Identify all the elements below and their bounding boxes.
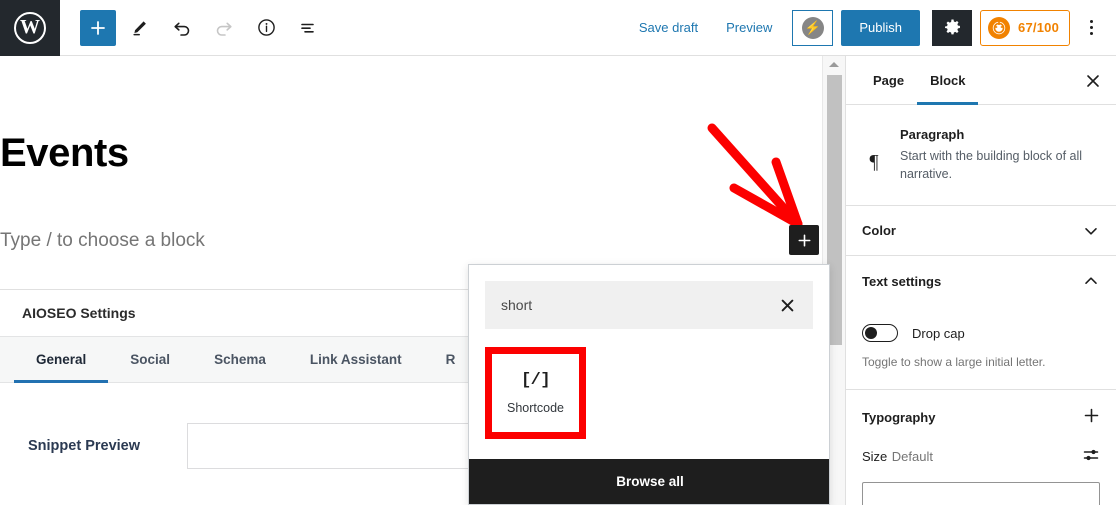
add-block-button[interactable] xyxy=(80,9,116,46)
list-view-icon xyxy=(301,23,314,33)
panel-color-title: Color xyxy=(862,223,896,239)
drop-cap-toggle[interactable] xyxy=(862,324,898,343)
undo-arrow-icon xyxy=(174,22,190,36)
publish-button[interactable]: Publish xyxy=(841,9,921,46)
block-search-input[interactable]: short xyxy=(485,281,813,329)
snippet-preview-label: Snippet Preview xyxy=(28,438,141,454)
plus-icon xyxy=(1084,408,1099,423)
font-size-label: Size xyxy=(862,449,888,465)
wordpress-logo-button[interactable]: W xyxy=(0,0,60,56)
block-item-label: Shortcode xyxy=(507,401,564,415)
redo-arrow-icon xyxy=(216,22,232,36)
inserter-search-wrapper: short xyxy=(469,265,829,329)
drop-cap-row: Drop cap xyxy=(862,306,1100,343)
preview-button[interactable]: Preview xyxy=(712,20,786,35)
chevron-up-icon xyxy=(1085,277,1097,285)
settings-button[interactable] xyxy=(932,9,973,46)
panel-typography-title: Typography xyxy=(862,409,936,425)
selected-block-card: ¶ Paragraph Start with the building bloc… xyxy=(846,105,1116,207)
sliders-icon xyxy=(1083,449,1099,460)
panel-color[interactable]: Color xyxy=(846,206,1116,257)
aioseo-tab-social[interactable]: Social xyxy=(108,337,192,382)
redo-button[interactable] xyxy=(206,10,242,46)
browse-all-button[interactable]: Browse all xyxy=(469,459,829,504)
panel-text-settings[interactable]: Text settings xyxy=(846,256,1116,306)
clear-search-button[interactable] xyxy=(777,295,797,315)
aioseo-logo-icon xyxy=(988,16,1011,39)
empty-block-placeholder[interactable]: Type / to choose a block xyxy=(0,230,205,252)
sidebar-tab-bar: Page Block xyxy=(846,56,1116,105)
kebab-dot xyxy=(1089,20,1093,23)
selected-block-title: Paragraph xyxy=(900,127,965,142)
wordpress-logo-icon: W xyxy=(14,11,46,44)
aioseo-score-value: 67/100 xyxy=(1018,20,1059,35)
panel-text-settings-title: Text settings xyxy=(862,273,942,289)
close-x-icon xyxy=(1087,75,1099,87)
list-view-button[interactable] xyxy=(290,10,326,46)
amp-lightning-icon: ⚡ xyxy=(801,16,824,39)
triangle-up-shape xyxy=(829,62,839,67)
amp-preview-button[interactable]: ⚡ xyxy=(792,9,834,46)
close-sidebar-button[interactable] xyxy=(1080,68,1106,94)
drop-cap-label: Drop cap xyxy=(912,325,965,341)
pencil-icon xyxy=(133,20,146,35)
post-title[interactable]: Events xyxy=(0,131,129,176)
scroll-up-arrow-icon[interactable] xyxy=(823,56,845,73)
more-options-button[interactable] xyxy=(1076,10,1106,46)
selected-block-description: Start with the building block of all nar… xyxy=(900,149,1083,182)
info-circle-icon xyxy=(257,19,275,36)
undo-button[interactable] xyxy=(164,10,200,46)
aioseo-tab-link-assistant[interactable]: Link Assistant xyxy=(288,337,424,382)
toggle-knob xyxy=(865,327,877,340)
tab-page[interactable]: Page xyxy=(860,56,917,105)
plus-icon xyxy=(798,234,810,246)
kebab-dot xyxy=(1089,32,1093,35)
plus-icon xyxy=(91,20,105,35)
kebab-dot xyxy=(1089,26,1093,29)
selected-block-info: Paragraph Start with the building block … xyxy=(900,127,1100,183)
toolbar-right-group: Save draft Preview ⚡ Publish 67/100 xyxy=(625,9,1116,46)
gear-icon xyxy=(944,19,960,35)
font-size-labels: Size Default xyxy=(862,448,933,466)
block-search-results: [/] Shortcode xyxy=(469,329,829,439)
toolbar-left-group xyxy=(60,9,326,46)
aioseo-score-button[interactable]: 67/100 xyxy=(980,9,1070,46)
close-x-icon xyxy=(781,299,793,311)
chevron-down-icon xyxy=(1085,227,1097,235)
font-size-controls-button[interactable] xyxy=(1082,446,1100,469)
panel-typography: Typography xyxy=(846,390,1116,444)
tab-block[interactable]: Block xyxy=(917,56,979,105)
editor-top-toolbar: W Save draft Preview ⚡ Publish 67/100 xyxy=(0,0,1116,56)
font-size-value: Default xyxy=(891,449,933,465)
block-search-value: short xyxy=(501,297,533,313)
block-item-shortcode[interactable]: [/] Shortcode xyxy=(485,347,586,439)
drop-cap-help-text: Toggle to show a large initial letter. xyxy=(862,355,1046,370)
aioseo-tab-schema[interactable]: Schema xyxy=(192,337,288,382)
red-arrow-annotation xyxy=(707,123,803,229)
aioseo-tab-general[interactable]: General xyxy=(14,337,109,383)
save-draft-button[interactable]: Save draft xyxy=(625,20,712,35)
add-typography-option-button[interactable] xyxy=(1083,407,1100,428)
wordpress-block-editor: W Save draft Preview ⚡ Publish 67/100 Ev… xyxy=(0,0,1116,505)
inline-block-inserter-button[interactable] xyxy=(789,225,819,255)
block-settings-sidebar: Page Block ¶ Paragraph Start with the bu… xyxy=(845,56,1116,505)
block-inserter-popover: short [/] Shortcode Browse all xyxy=(468,264,830,505)
details-button[interactable] xyxy=(248,10,284,46)
paragraph-pilcrow-icon: ¶ xyxy=(869,150,879,173)
edit-mode-button[interactable] xyxy=(122,10,158,46)
font-size-row: Size Default xyxy=(846,444,1116,470)
text-settings-body: Drop cap Toggle to show a large initial … xyxy=(846,306,1116,389)
shortcode-icon: [/] xyxy=(520,371,551,390)
font-size-input[interactable] xyxy=(862,482,1100,505)
